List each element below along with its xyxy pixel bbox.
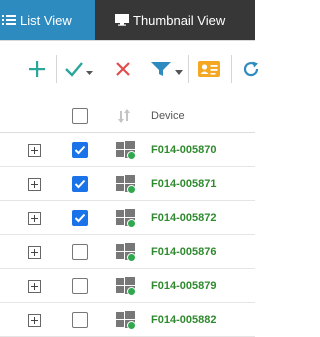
table-row[interactable]: F014-005870 xyxy=(0,133,255,167)
remove-button[interactable] xyxy=(114,57,132,81)
row-checkbox[interactable] xyxy=(72,244,88,260)
table-row[interactable]: F014-005871 xyxy=(0,167,255,201)
view-tabs: List View Thumbnail View xyxy=(0,0,255,41)
table-row[interactable]: F014-005872 xyxy=(0,201,255,235)
device-name-link[interactable]: F014-005871 xyxy=(151,178,216,190)
tab-list-view-label: List View xyxy=(20,12,72,28)
select-all-checkbox[interactable] xyxy=(72,107,88,124)
contact-card-button[interactable] xyxy=(198,57,220,81)
row-checkbox[interactable] xyxy=(72,142,88,158)
device-name-link[interactable]: F014-005882 xyxy=(151,314,216,326)
online-status-dot xyxy=(127,253,136,262)
row-checkbox[interactable] xyxy=(72,176,88,192)
expand-row-button[interactable] xyxy=(28,143,41,157)
windows-device-icon xyxy=(116,310,136,330)
toolbar-divider xyxy=(188,55,189,83)
monitor-icon xyxy=(115,14,129,26)
table-row[interactable]: F014-005879 xyxy=(0,269,255,303)
expand-row-button[interactable] xyxy=(28,279,41,293)
expand-row-button[interactable] xyxy=(28,313,41,327)
windows-device-icon xyxy=(116,242,136,262)
filter-dropdown-icon xyxy=(151,62,183,76)
windows-device-icon xyxy=(116,276,136,296)
row-checkbox[interactable] xyxy=(72,210,88,226)
tab-list-view[interactable]: List View xyxy=(0,0,95,40)
online-status-dot xyxy=(127,185,136,194)
toolbar-divider xyxy=(56,55,57,83)
windows-device-icon xyxy=(116,208,136,228)
table-row[interactable]: F014-005876 xyxy=(0,235,255,269)
tab-thumbnail-view[interactable]: Thumbnail View xyxy=(95,0,255,40)
online-status-dot xyxy=(127,219,136,228)
online-status-dot xyxy=(127,151,136,160)
sort-icon[interactable] xyxy=(118,99,130,132)
device-name-link[interactable]: F014-005879 xyxy=(151,280,216,292)
filter-button[interactable] xyxy=(150,57,184,81)
table-row[interactable]: F014-005882 xyxy=(0,303,255,337)
refresh-button[interactable] xyxy=(242,57,260,81)
row-checkbox[interactable] xyxy=(72,278,88,294)
windows-device-icon xyxy=(116,140,136,160)
tab-thumbnail-view-label: Thumbnail View xyxy=(133,12,226,28)
row-checkbox[interactable] xyxy=(72,312,88,328)
toolbar-divider xyxy=(231,55,232,83)
device-name-link[interactable]: F014-005870 xyxy=(151,144,216,156)
expand-row-button[interactable] xyxy=(28,245,41,259)
close-icon xyxy=(116,62,130,76)
device-name-link[interactable]: F014-005876 xyxy=(151,246,216,258)
check-dropdown-icon xyxy=(65,62,93,77)
online-status-dot xyxy=(127,321,136,330)
device-name-link[interactable]: F014-005872 xyxy=(151,212,216,224)
expand-row-button[interactable] xyxy=(28,177,41,191)
windows-device-icon xyxy=(116,174,136,194)
toolbar xyxy=(0,41,259,99)
plus-icon xyxy=(29,61,45,77)
approve-button[interactable] xyxy=(64,57,94,81)
table-header: Device xyxy=(0,99,255,133)
list-icon xyxy=(2,15,16,25)
refresh-icon xyxy=(243,61,259,77)
id-card-icon xyxy=(198,61,220,77)
expand-row-button[interactable] xyxy=(28,211,41,225)
online-status-dot xyxy=(127,287,136,296)
add-button[interactable] xyxy=(28,57,46,81)
device-column-header[interactable]: Device xyxy=(151,99,185,132)
